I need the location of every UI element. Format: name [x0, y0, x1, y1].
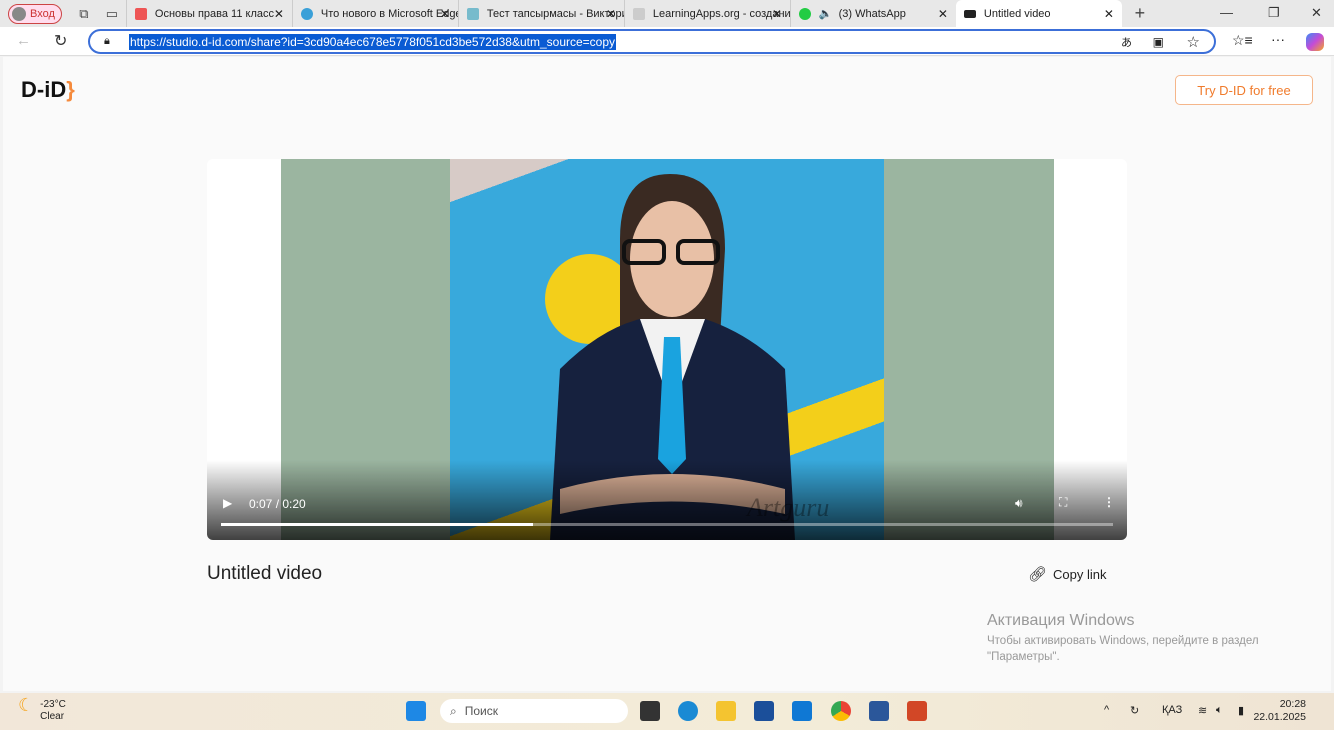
controls-overlay — [207, 460, 1127, 540]
tab[interactable]: Что нового в Microsoft Edge ✕ — [291, 0, 458, 27]
close-window-button[interactable]: ✕ — [1311, 5, 1322, 21]
play-button[interactable]: ▶ — [223, 496, 232, 510]
page: D-iD} Try D-ID for free ▶ 0:07 / 0:20 Ar… — [3, 57, 1331, 691]
tab[interactable]: Тест тапсырмасы - Викторина✕ — [457, 0, 624, 27]
edge-icon — [300, 7, 313, 20]
close-icon[interactable]: ✕ — [440, 7, 450, 21]
search-placeholder: Поиск — [464, 704, 498, 718]
tab-label: (3) WhatsApp — [838, 7, 906, 20]
pdf-icon — [134, 7, 147, 20]
link-icon: 🔗︎ — [1028, 566, 1048, 583]
address-bar-row: ← ↻ 🔒︎ https://studio.d-id.com/share?id=… — [0, 27, 1334, 56]
close-icon[interactable]: ✕ — [772, 7, 782, 21]
learningapps-icon — [632, 7, 645, 20]
activation-text: Чтобы активировать Windows, перейдите в … — [987, 635, 1259, 663]
video-time: 0:07 / 0:20 — [249, 497, 306, 511]
profile-button[interactable]: Вход — [8, 3, 62, 24]
tab-label: Тест тапсырмасы - Викторина — [486, 7, 624, 20]
new-tab-button[interactable]: + — [1126, 3, 1154, 24]
date: 22.01.2025 — [1253, 711, 1306, 723]
refresh-button[interactable]: ↻ — [54, 31, 67, 51]
progress-bar[interactable] — [221, 523, 1113, 526]
workspaces-icon[interactable]: ⧉ — [70, 6, 98, 22]
close-icon[interactable]: ✕ — [274, 7, 284, 21]
copy-link-label: Copy link — [1053, 566, 1107, 582]
restore-button[interactable]: ❐ — [1268, 5, 1280, 21]
avatar-icon — [12, 6, 26, 21]
battery-icon[interactable]: ▮ — [1238, 704, 1244, 717]
minimize-button[interactable]: — — [1220, 5, 1233, 20]
translate-icon[interactable]: あ — [1121, 34, 1132, 50]
edge-taskbar-icon[interactable] — [678, 701, 698, 721]
tab-label: Что нового в Microsoft Edge — [320, 7, 458, 20]
close-icon[interactable]: ✕ — [1104, 7, 1114, 21]
did-logo[interactable]: D-iD} — [21, 77, 75, 103]
profile-label: Вход — [30, 7, 55, 20]
taskbar-search[interactable]: ⌕ Поиск — [440, 699, 628, 723]
volume-button[interactable]: 🔊︎ — [1015, 496, 1023, 511]
volume-icon[interactable]: 🔈︎ — [1216, 704, 1223, 717]
file-explorer-icon[interactable] — [716, 701, 736, 721]
url-text[interactable]: https://studio.d-id.com/share?id=3cd90a4… — [129, 33, 617, 50]
tray-chevron-icon[interactable]: ^ — [1104, 704, 1109, 716]
store-icon[interactable] — [754, 701, 774, 721]
windows-activation-watermark: Активация Windows Чтобы активировать Win… — [987, 612, 1287, 665]
tab-label: Основы права 11 класс — [154, 7, 274, 20]
close-icon[interactable]: ✕ — [938, 7, 948, 21]
video-player[interactable]: ▶ 0:07 / 0:20 Artguru 🔊︎ ⛶ ⋮ — [207, 159, 1127, 540]
taskbar: ☾ -23°C Clear ⌕ Поиск ^ ↻ ҚАЗ ≋ 🔈︎ ▮ 20:28… — [0, 693, 1334, 730]
copilot-icon[interactable] — [1306, 33, 1324, 51]
lock-icon: 🔒︎ — [104, 35, 110, 47]
copy-link-button[interactable]: 🔗︎ Copy link — [1028, 565, 1107, 583]
url-input[interactable]: 🔒︎ https://studio.d-id.com/share?id=3cd9… — [88, 29, 1216, 54]
whatsapp-icon — [798, 7, 811, 20]
weather-condition: Clear — [40, 711, 65, 722]
fullscreen-button[interactable]: ⛶ — [1059, 495, 1067, 510]
tab-actions-icon[interactable]: ▭ — [98, 6, 126, 22]
close-icon[interactable]: ✕ — [606, 7, 616, 21]
moon-icon: ☾ — [18, 695, 35, 715]
task-view-icon[interactable] — [640, 701, 660, 721]
tab[interactable]: LearningApps.org - создание ✕ — [623, 0, 790, 27]
weather-widget[interactable]: ☾ -23°C Clear — [18, 695, 66, 723]
temperature: -23°C — [40, 699, 66, 710]
language-indicator[interactable]: ҚАЗ — [1162, 704, 1182, 716]
video-title: Untitled video — [207, 563, 323, 584]
back-button[interactable]: ← — [16, 32, 31, 49]
windows-start-icon[interactable] — [406, 701, 426, 721]
progress-fill — [221, 523, 534, 526]
try-free-button[interactable]: Try D-ID for free — [1175, 75, 1313, 105]
favorites-icon[interactable]: ☆≡ — [1232, 32, 1253, 49]
speaker-icon: 🔈 — [818, 8, 833, 20]
tab-label: Untitled video — [983, 7, 1051, 20]
wifi-icon[interactable]: ≋ — [1198, 704, 1207, 717]
did-icon — [963, 9, 976, 18]
activation-heading: Активация Windows — [987, 612, 1135, 629]
tab-bar: Вход ⧉ ▭ Основы права 11 класс ✕ Что ново… — [0, 0, 1334, 27]
grid-icon — [466, 7, 479, 20]
tab[interactable]: Основы права 11 класс ✕ — [125, 0, 292, 27]
tab-label: LearningApps.org - создание — [652, 7, 790, 20]
more-options-button[interactable]: ⋮ — [1103, 495, 1115, 509]
clock[interactable]: 20:28 22.01.2025 — [1253, 698, 1306, 724]
watermark: Artguru — [747, 493, 830, 522]
more-icon[interactable]: ··· — [1271, 31, 1285, 47]
outlook-icon[interactable] — [792, 701, 812, 721]
time: 20:28 — [1279, 698, 1306, 710]
word-icon[interactable] — [869, 701, 889, 721]
sync-icon[interactable]: ↻ — [1130, 704, 1139, 717]
powerpoint-icon[interactable] — [907, 701, 927, 721]
tab-active[interactable]: Untitled video ✕ — [955, 0, 1122, 27]
media-icon[interactable]: ▣ — [1153, 35, 1164, 49]
chrome-icon[interactable] — [831, 701, 851, 721]
favorite-star-icon[interactable]: ☆ — [1187, 33, 1200, 51]
tab[interactable]: 🔈 (3) WhatsApp ✕ — [789, 0, 956, 27]
search-icon: ⌕ — [450, 703, 457, 718]
